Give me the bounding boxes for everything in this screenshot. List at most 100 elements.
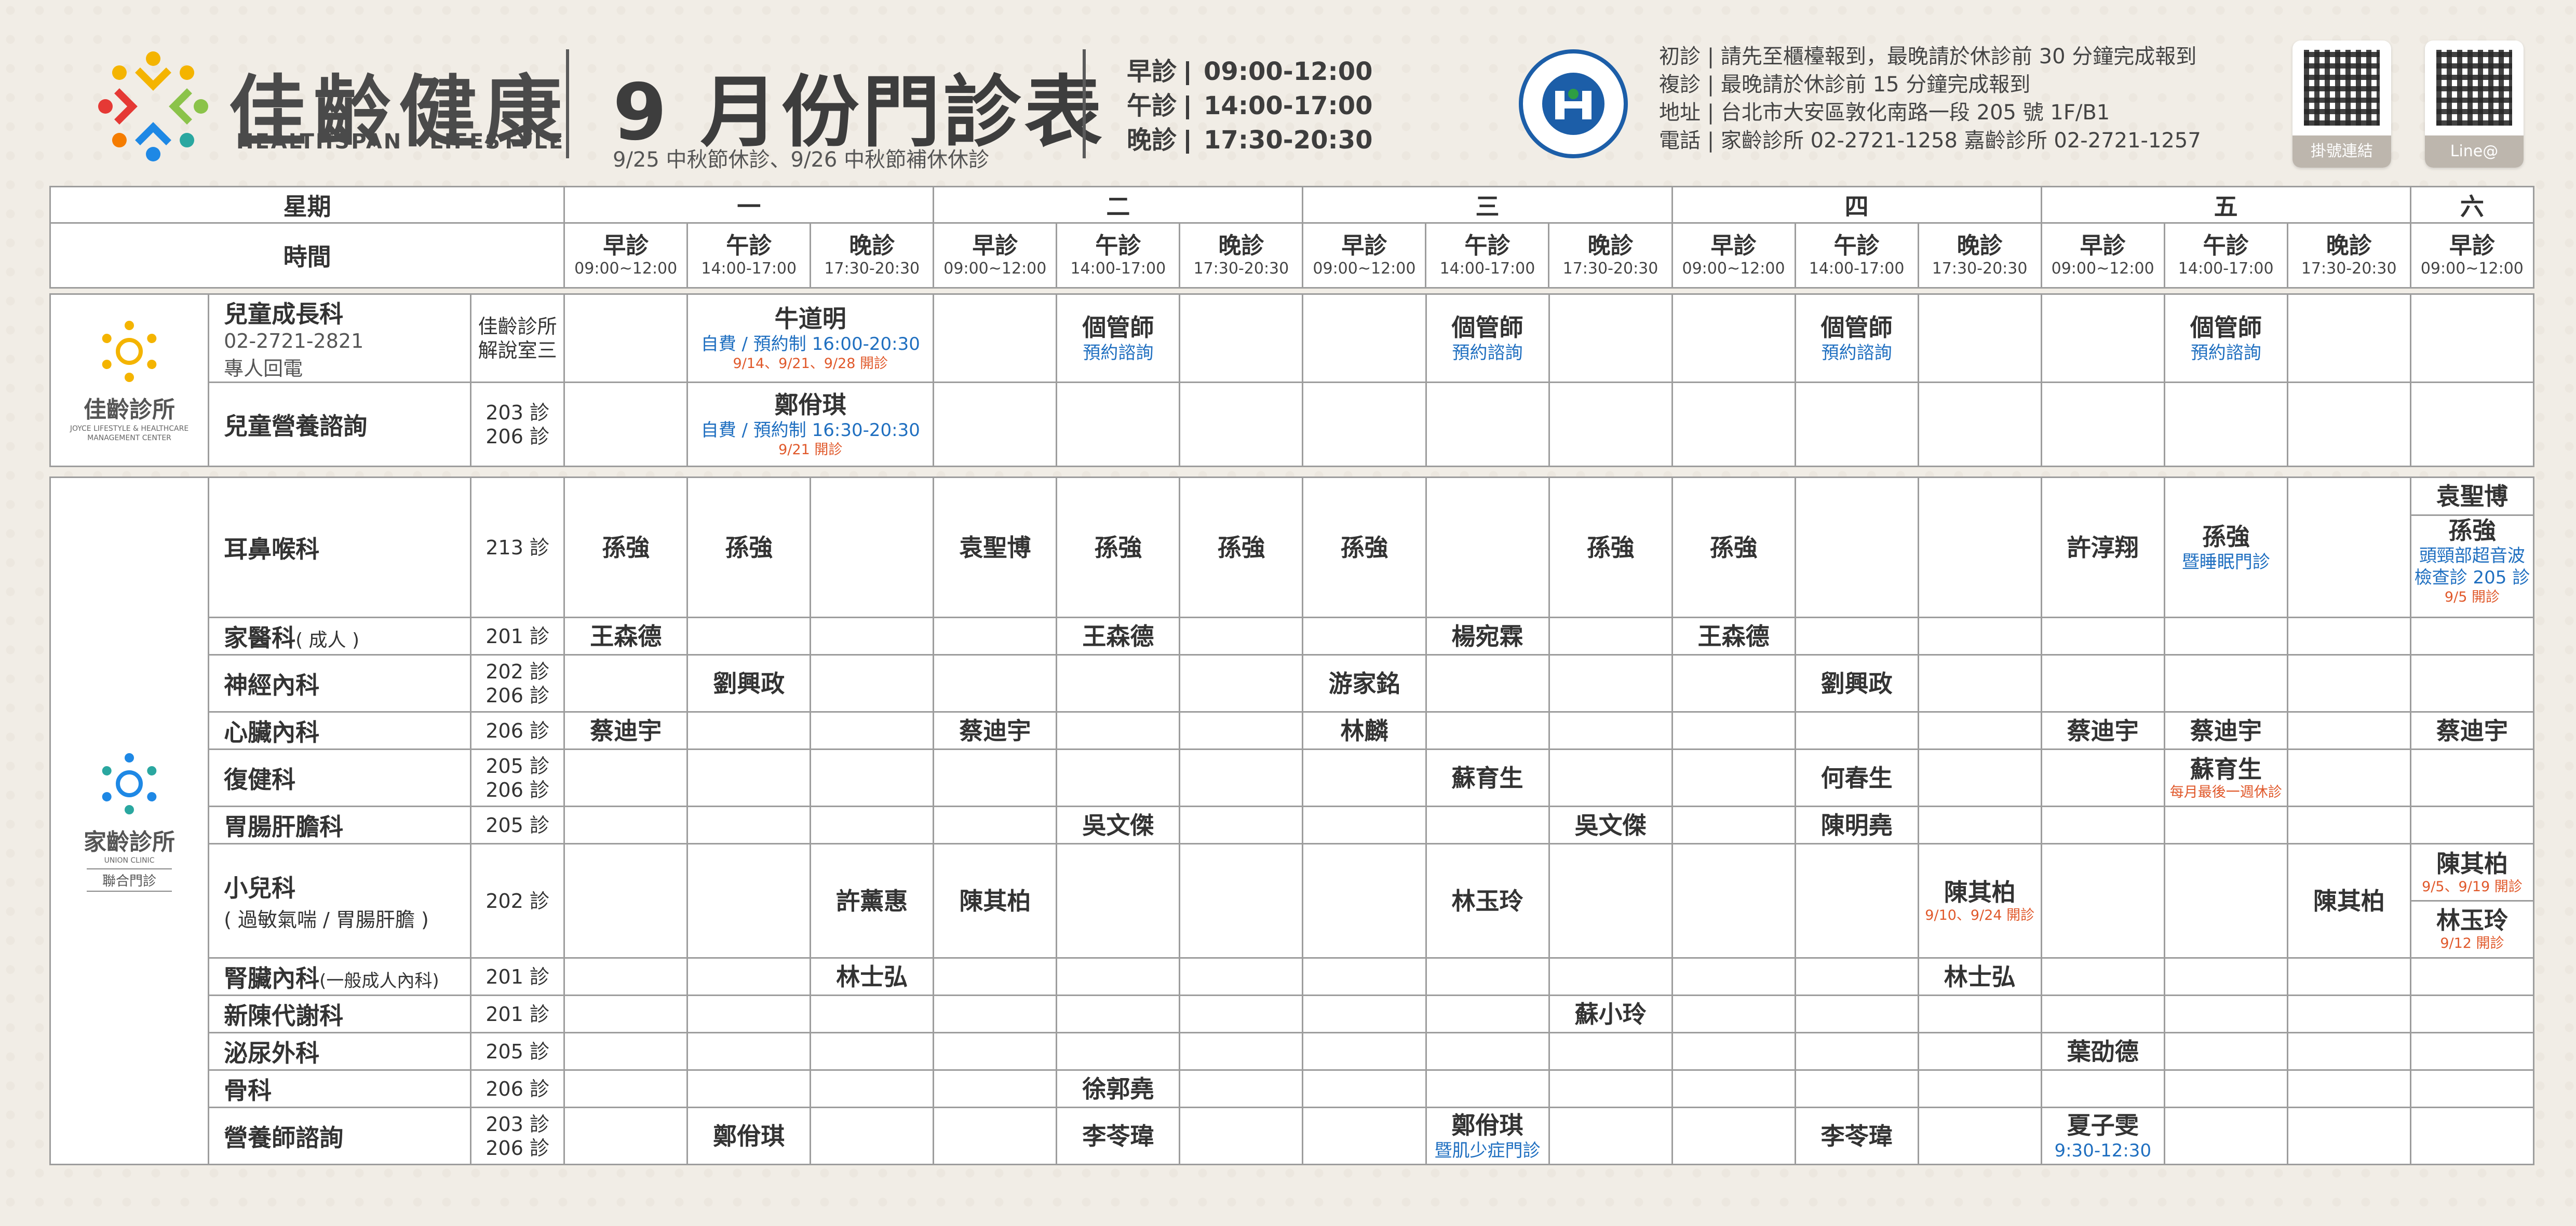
empty-slot — [563, 1069, 689, 1108]
period-header: 晚診 17:30-20:30 — [1179, 222, 1304, 289]
period-header: 早診 09:00~12:00 — [933, 222, 1058, 289]
clinic-hours: 早診 09:00-12:00 午診 14:00-17:00 晚診 17:30-20:3… — [1127, 55, 1373, 157]
room: 203 診 206 診 — [470, 1107, 565, 1165]
empty-slot: 袁聖博 孫強 頭頸部超音波檢查診 205 診 9/5 開診 — [2409, 476, 2535, 618]
schedule-row: 家齡診所 UNION CLINIC 聯合門診 耳鼻喉科 213 診孫強 孫強 袁聖博 孫強 孫強… — [49, 476, 2535, 1165]
empty-slot — [1056, 995, 1181, 1033]
doctor-slot: 林玉玲 — [1425, 843, 1550, 959]
empty-slot — [933, 1069, 1058, 1108]
doctor-slot: 孫強 — [686, 476, 812, 618]
empty-slot — [1302, 1032, 1427, 1071]
room: 201 診 — [470, 995, 565, 1033]
empty-slot — [2163, 806, 2288, 844]
empty-slot — [1794, 476, 1919, 618]
period-header: 早診 09:00~12:00 — [1671, 222, 1796, 289]
empty-slot — [1671, 711, 1796, 750]
doctor-slot: 葉劭德 — [2040, 1032, 2165, 1071]
empty-slot — [686, 748, 812, 807]
schedule-row: 小兒科( 過敏氣喘 / 胃腸肝膽 ) 202 診許薰惠 陳其柏 林玉玲 陳其柏 9/10、… — [50, 843, 2535, 959]
period-header: 午診 14:00-17:00 — [2163, 222, 2288, 289]
empty-slot — [810, 995, 935, 1033]
empty-slot — [933, 617, 1058, 656]
empty-slot — [1425, 957, 1550, 996]
empty-slot — [810, 1032, 935, 1071]
empty-slot — [1425, 711, 1550, 750]
empty-slot — [1671, 995, 1796, 1033]
week-label: 星期 — [49, 186, 565, 224]
empty-slot — [810, 476, 935, 618]
empty-slot — [2286, 617, 2411, 656]
empty-slot — [563, 1107, 689, 1165]
clinic-subtitle: 聯合門診 — [87, 868, 172, 892]
qr-line[interactable]: Line@ — [2425, 40, 2524, 168]
empty-slot — [933, 1032, 1058, 1071]
period-header: 晚診 17:30-20:30 — [2286, 222, 2411, 289]
clinic-name: 家齡診所 — [84, 829, 176, 855]
day-tue: 二 — [933, 186, 1304, 224]
period-header: 早診 09:00~12:00 — [2040, 222, 2165, 289]
period-header: 早診 09:00~12:00 — [1302, 222, 1427, 289]
empty-slot — [2286, 957, 2411, 996]
empty-slot — [2040, 843, 2165, 959]
hours-row: 午診 14:00-17:00 — [1127, 91, 1373, 120]
doctor-slot: 陳其柏 9/10、9/24 開診 — [1917, 843, 2042, 959]
qr-code-icon — [2304, 50, 2380, 126]
doctor-slot: 孫強 — [1056, 476, 1181, 618]
empty-slot — [2163, 617, 2288, 656]
empty-slot — [1671, 843, 1796, 959]
doctor-slot: 王森德 — [1671, 617, 1796, 656]
clinic-name-en: UNION CLINIC — [104, 856, 155, 865]
qr-registration[interactable]: 掛號連結 — [2292, 40, 2391, 168]
dept-rehab: 復健科 — [208, 748, 472, 807]
empty-slot — [1056, 654, 1181, 713]
empty-slot — [1917, 806, 2042, 844]
doctor-slot: 楊宛霖 — [1425, 617, 1550, 656]
empty-slot — [1425, 995, 1550, 1033]
empty-slot — [1056, 843, 1181, 959]
empty-slot — [1917, 995, 2042, 1033]
dept-peds: 小兒科( 過敏氣喘 / 胃腸肝膽 ) — [208, 843, 472, 959]
empty-slot — [1671, 1032, 1796, 1071]
empty-slot — [2409, 995, 2535, 1033]
empty-slot — [933, 957, 1058, 996]
hours-row: 晚診 17:30-20:30 — [1127, 126, 1373, 155]
room: 205 診 206 診 — [470, 748, 565, 807]
period-header: 晚診 17:30-20:30 — [810, 222, 935, 289]
empty-slot — [1179, 748, 1304, 807]
union-clinic-logo: 家齡診所 UNION CLINIC 聯合門診 — [49, 476, 210, 1165]
empty-slot — [2286, 748, 2411, 807]
doctor-slot: 劉興政 — [686, 654, 812, 713]
time-label: 時間 — [49, 222, 565, 289]
schedule-row: 復健科 205 診 206 診 蘇育生 何春生 蘇育生 每月最後一週休診 — [50, 748, 2535, 807]
period-header: 晚診 17:30-20:30 — [1548, 222, 1673, 289]
empty-slot: 陳其柏 9/5、9/19 開診 林玉玲 9/12 開診 — [2409, 843, 2535, 959]
doctor-slot: 許薰惠 — [810, 843, 935, 959]
doctor-slot: 蘇育生 每月最後一週休診 — [2163, 748, 2288, 807]
doctor-slot: 蔡迪宇 — [933, 711, 1058, 750]
doctor-slot: 蔡迪宇 — [2409, 711, 2535, 750]
doctor-slot: 陳明堯 — [1794, 806, 1919, 844]
empty-slot — [1917, 711, 2042, 750]
empty-slot — [2286, 711, 2411, 750]
room: 202 診 206 診 — [470, 654, 565, 713]
empty-slot — [1056, 711, 1181, 750]
empty-slot — [2409, 806, 2535, 844]
empty-slot — [1794, 1032, 1919, 1071]
empty-slot — [1179, 957, 1304, 996]
nhi-emblem-icon — [1542, 73, 1604, 135]
joyce-logo-icon — [102, 321, 157, 382]
empty-slot — [686, 1069, 812, 1108]
schedule-row: 骨科 206 診 徐郭堯 — [50, 1069, 2535, 1108]
doctor-slot: 孫強 — [563, 476, 689, 618]
schedule-row: 胃腸肝膽科 205 診 吳文傑 吳文傑 陳明堯 — [50, 806, 2535, 844]
empty-slot — [1179, 711, 1304, 750]
room: 206 診 — [470, 711, 565, 750]
empty-slot — [2163, 1069, 2288, 1108]
empty-slot — [933, 748, 1058, 807]
empty-slot — [1794, 957, 1919, 996]
union-schedule: 家齡診所 UNION CLINIC 聯合門診 耳鼻喉科 213 診孫強 孫強 袁聖博 孫強 孫強… — [49, 476, 2535, 1165]
dept-ent: 耳鼻喉科 — [208, 476, 472, 618]
schedule-row: 家醫科( 成人 ) 201 診王森德 王森德 楊宛霖 王森德 — [50, 617, 2535, 656]
dept-neuro: 神經內科 — [208, 654, 472, 713]
doctor-slot: 孫強 暨睡眠門診 — [2163, 476, 2288, 618]
